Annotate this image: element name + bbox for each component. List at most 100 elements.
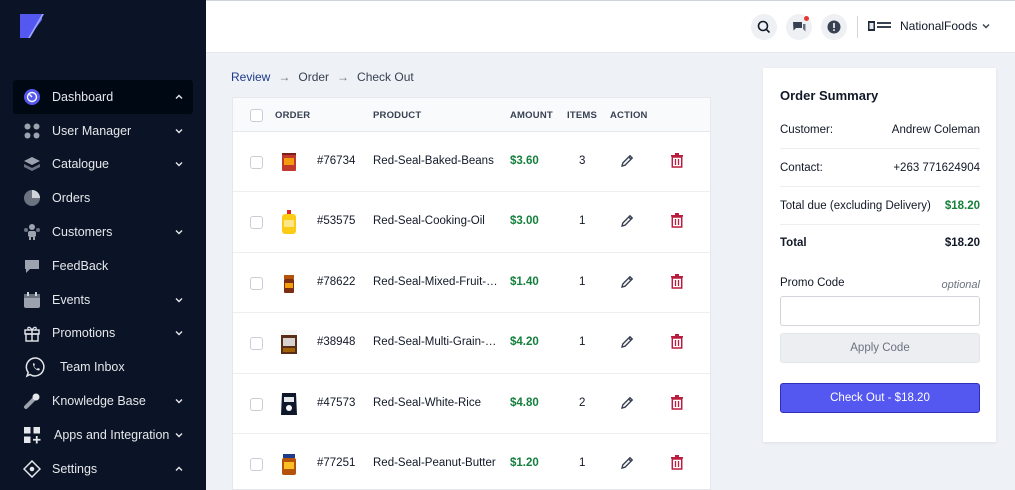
checkout-button[interactable]: Check Out - $18.20 bbox=[780, 383, 980, 413]
app-logo-icon[interactable] bbox=[18, 12, 46, 40]
sidebar-item-team-inbox[interactable]: Team Inbox bbox=[13, 350, 193, 384]
delete-icon[interactable] bbox=[669, 212, 685, 229]
total-value: $18.20 bbox=[944, 237, 980, 249]
chevron-down-icon bbox=[173, 158, 185, 170]
account-switcher[interactable]: NationalFoods bbox=[868, 19, 991, 33]
sidebar-item-events[interactable]: Events bbox=[13, 283, 193, 317]
order-id: #76734 bbox=[317, 155, 356, 167]
column-header-product: PRODUCT bbox=[373, 110, 422, 121]
edit-icon[interactable] bbox=[619, 334, 635, 350]
item-count: 1 bbox=[579, 456, 586, 469]
table-header: ORDER PRODUCT AMOUNT ITEMS ACTION bbox=[233, 98, 710, 132]
sidebar-item-label: Orders bbox=[52, 191, 91, 206]
delete-icon[interactable] bbox=[669, 333, 685, 349]
sidebar-item-label: Catalogue bbox=[52, 157, 109, 172]
whatsapp-icon bbox=[25, 356, 47, 378]
row-checkbox[interactable] bbox=[250, 276, 263, 290]
sidebar-item-label: FeedBack bbox=[52, 258, 109, 273]
product-name: Red-Seal-Baked-Beans bbox=[373, 155, 494, 167]
row-checkbox[interactable] bbox=[250, 156, 263, 169]
column-header-amount: AMOUNT bbox=[510, 110, 553, 121]
delete-icon[interactable] bbox=[669, 273, 685, 289]
sidebar-item-label: Events bbox=[52, 292, 91, 307]
order-id: #78622 bbox=[317, 275, 356, 288]
sidebar-item-feedback[interactable]: FeedBack bbox=[13, 249, 193, 283]
product-thumbnail-jam bbox=[284, 274, 294, 293]
total-due-value: $18.20 bbox=[944, 199, 980, 212]
item-count: 3 bbox=[579, 155, 586, 167]
sidebar-item-settings[interactable]: Settings bbox=[13, 452, 193, 486]
knowledge-icon bbox=[23, 392, 41, 410]
sidebar-item-customers[interactable]: Customers bbox=[13, 215, 193, 249]
edit-icon[interactable] bbox=[619, 395, 635, 411]
sidebar-item-label: Customers bbox=[52, 225, 113, 240]
apps-icon bbox=[23, 426, 41, 444]
edit-icon[interactable] bbox=[619, 455, 635, 471]
product-thumbnail-peanut-butter bbox=[282, 453, 296, 475]
delete-icon[interactable] bbox=[669, 394, 685, 410]
order-id: #47573 bbox=[317, 396, 356, 409]
edit-icon[interactable] bbox=[619, 213, 635, 229]
item-count: 1 bbox=[579, 215, 586, 228]
breadcrumb-order[interactable]: Order bbox=[298, 70, 329, 84]
sidebar-item-apps-integration[interactable]: Apps and Integration bbox=[13, 418, 193, 452]
sidebar-item-orders[interactable]: Orders bbox=[13, 181, 193, 215]
column-header-order: ORDER bbox=[275, 110, 311, 121]
sidebar-item-label: Promotions bbox=[52, 326, 116, 341]
arrow-right-icon: → bbox=[337, 70, 350, 84]
sidebar-item-dashboard[interactable]: Dashboard bbox=[13, 80, 193, 114]
order-id: #53575 bbox=[317, 215, 356, 228]
product-thumbnail-baked-beans bbox=[282, 153, 296, 171]
total-due-row: Total due (excluding Delivery) $18.20 bbox=[780, 187, 980, 225]
total-label: Total bbox=[780, 237, 807, 249]
table-row: #76734 Red-Seal-Baked-Beans $3.60 3 bbox=[233, 132, 710, 193]
search-button[interactable] bbox=[751, 14, 777, 40]
sidebar-item-label: Apps and Integration bbox=[54, 427, 170, 442]
chevron-down-icon bbox=[982, 24, 990, 29]
row-checkbox[interactable] bbox=[250, 216, 263, 230]
messages-button[interactable] bbox=[786, 14, 812, 40]
item-count: 1 bbox=[579, 336, 586, 349]
catalogue-icon bbox=[23, 155, 41, 173]
feedback-icon bbox=[23, 257, 41, 275]
total-row: Total $18.20 bbox=[780, 224, 980, 262]
info-button[interactable] bbox=[821, 14, 847, 40]
brand-name: NationalFoods bbox=[900, 19, 978, 33]
product-name: Red-Seal-Cooking-Oil bbox=[373, 215, 485, 228]
chevron-down-icon bbox=[173, 294, 185, 306]
sidebar-item-knowledge-base[interactable]: Knowledge Base bbox=[13, 384, 193, 418]
contact-label: Contact: bbox=[780, 161, 823, 174]
amount: $1.20 bbox=[510, 456, 539, 469]
promo-code-input[interactable] bbox=[780, 296, 980, 326]
sidebar: Dashboard User Manager Catalogue Orders bbox=[0, 0, 206, 490]
row-checkbox[interactable] bbox=[250, 457, 263, 471]
top-divider bbox=[857, 16, 858, 38]
sidebar-item-catalogue[interactable]: Catalogue bbox=[13, 148, 193, 182]
delete-icon[interactable] bbox=[669, 152, 685, 168]
customer-label: Customer: bbox=[780, 123, 834, 136]
select-all-checkbox[interactable] bbox=[250, 109, 263, 122]
row-checkbox[interactable] bbox=[250, 337, 263, 351]
contact-row: Contact: +263 771624904 bbox=[780, 149, 980, 187]
amount: $4.80 bbox=[510, 396, 539, 409]
amount: $3.00 bbox=[510, 215, 539, 228]
promo-optional-hint: optional bbox=[941, 279, 980, 291]
edit-icon[interactable] bbox=[619, 274, 635, 290]
edit-icon[interactable] bbox=[619, 153, 635, 169]
breadcrumb-review[interactable]: Review bbox=[231, 70, 270, 84]
gift-icon bbox=[23, 324, 41, 343]
chevron-down-icon bbox=[173, 395, 185, 407]
events-icon bbox=[23, 291, 41, 309]
table-row: #53575 Red-Seal-Cooking-Oil $3.00 1 bbox=[233, 192, 710, 253]
amount: $3.60 bbox=[510, 155, 539, 167]
settings-icon bbox=[23, 459, 41, 478]
sidebar-item-user-manager[interactable]: User Manager bbox=[13, 114, 193, 148]
product-name: Red-Seal-Mixed-Fruit-Jam bbox=[373, 275, 499, 288]
sidebar-item-promotions[interactable]: Promotions bbox=[13, 317, 193, 351]
row-checkbox[interactable] bbox=[250, 397, 263, 411]
chevron-down-icon bbox=[173, 429, 185, 441]
delete-icon[interactable] bbox=[669, 454, 685, 470]
apply-code-button[interactable]: Apply Code bbox=[780, 333, 980, 363]
chevron-up-icon bbox=[173, 463, 185, 475]
sidebar-nav: Dashboard User Manager Catalogue Orders bbox=[13, 80, 193, 486]
